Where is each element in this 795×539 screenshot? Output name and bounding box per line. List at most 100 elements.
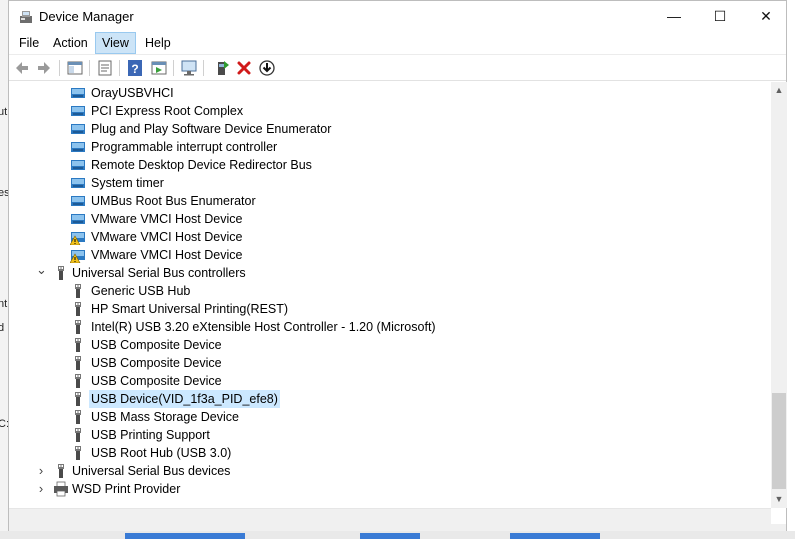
system-device-icon — [70, 193, 86, 209]
title-bar[interactable]: Device Manager — ☐ ✕ — [9, 1, 786, 32]
scroll-up-arrow[interactable]: ▲ — [771, 82, 787, 99]
tree-item-label: VMware VMCI Host Device — [91, 248, 243, 262]
tree-item-label: USB Composite Device — [91, 356, 222, 370]
tree-item-label: USB Mass Storage Device — [91, 410, 239, 424]
background-text-fragment: ut — [0, 106, 8, 118]
help-icon[interactable]: ? — [126, 59, 144, 77]
vertical-scrollbar[interactable]: ▲ ▼ — [771, 82, 787, 508]
minimize-button[interactable]: — — [651, 1, 697, 32]
menu-view[interactable]: View — [95, 32, 136, 54]
menu-help[interactable]: Help — [139, 32, 177, 54]
forward-icon[interactable] — [35, 59, 53, 77]
tree-item[interactable]: VMware VMCI Host Device — [9, 246, 769, 264]
tree-item[interactable]: USB Composite Device — [9, 354, 769, 372]
usb-icon — [70, 337, 86, 353]
usb-icon — [70, 445, 86, 461]
tree-item[interactable]: HP Smart Universal Printing(REST) — [9, 300, 769, 318]
usb-icon — [70, 427, 86, 443]
system-device-icon — [70, 139, 86, 155]
horizontal-scrollbar[interactable] — [9, 508, 771, 525]
usb-icon — [70, 355, 86, 371]
tree-item-label: VMware VMCI Host Device — [91, 230, 243, 244]
usb-icon — [70, 391, 86, 407]
tree-item[interactable]: PCI Express Root Complex — [9, 102, 769, 120]
tree-item[interactable]: Plug and Play Software Device Enumerator — [9, 120, 769, 138]
scroll-thumb[interactable] — [772, 393, 786, 489]
background-text-fragment: nt — [0, 298, 8, 310]
tree-item-label: Plug and Play Software Device Enumerator — [91, 122, 332, 136]
tree-item[interactable]: USB Mass Storage Device — [9, 408, 769, 426]
tree-item-label: System timer — [91, 176, 164, 190]
tree-item[interactable]: VMware VMCI Host Device — [9, 210, 769, 228]
system-device-icon — [70, 157, 86, 173]
tree-item-label: Programmable interrupt controller — [91, 140, 278, 154]
tree-item[interactable]: System timer — [9, 174, 769, 192]
tree-item[interactable]: USB Composite Device — [9, 336, 769, 354]
menu-file[interactable]: File — [13, 32, 45, 54]
tree-item[interactable]: Programmable interrupt controller — [9, 138, 769, 156]
maximize-button[interactable]: ☐ — [697, 1, 743, 32]
tree-item[interactable]: USB Device(VID_1f3a_PID_efe8) — [9, 390, 769, 408]
tree-category[interactable]: › WSD Print Provider — [9, 480, 769, 498]
enable-device-icon[interactable] — [213, 59, 231, 77]
tree-item-label: OrayUSBVHCI — [91, 86, 174, 100]
tree-item[interactable]: USB Printing Support — [9, 426, 769, 444]
background-chunk — [510, 533, 600, 539]
uninstall-icon[interactable] — [235, 59, 253, 77]
tree-category[interactable]: › Universal Serial Bus devices — [9, 462, 769, 480]
tree-item[interactable]: Generic USB Hub — [9, 282, 769, 300]
system-device-icon — [70, 85, 86, 101]
tree-item[interactable]: Intel(R) USB 3.20 eXtensible Host Contro… — [9, 318, 769, 336]
scan-hardware-icon[interactable] — [180, 59, 198, 77]
system-device-icon — [70, 121, 86, 137]
tree-item-label: WSD Print Provider — [72, 482, 181, 496]
tree-item[interactable]: VMware VMCI Host Device — [9, 228, 769, 246]
close-button[interactable]: ✕ — [743, 1, 789, 32]
tree-item[interactable]: OrayUSBVHCI — [9, 84, 769, 102]
system-device-icon — [70, 175, 86, 191]
toolbar-separator — [119, 60, 120, 76]
tree-category[interactable]: ⌄ Universal Serial Bus controllers — [9, 263, 769, 282]
usb-icon — [53, 265, 69, 281]
system-device-icon — [70, 211, 86, 227]
printer-icon — [53, 481, 69, 497]
tree-item-label: USB Printing Support — [91, 428, 210, 442]
warning-device-icon — [69, 229, 86, 246]
tree-item-label: USB Device(VID_1f3a_PID_efe8) — [89, 390, 280, 408]
toolbar-separator — [173, 60, 174, 76]
tree-item-label: UMBus Root Bus Enumerator — [91, 194, 256, 208]
collapse-chevron-icon[interactable]: ⌄ — [36, 263, 47, 282]
tree-item-label: HP Smart Universal Printing(REST) — [91, 302, 289, 316]
system-device-icon — [70, 103, 86, 119]
tree-item[interactable]: USB Composite Device — [9, 372, 769, 390]
tree-item-label: Intel(R) USB 3.20 eXtensible Host Contro… — [91, 320, 436, 334]
usb-icon — [70, 301, 86, 317]
expand-chevron-icon[interactable]: › — [36, 480, 46, 498]
usb-icon — [70, 373, 86, 389]
tree-item-label: PCI Express Root Complex — [91, 104, 244, 118]
device-tree[interactable]: OrayUSBVHCI PCI Express Root Complex Plug … — [9, 82, 771, 508]
tree-item[interactable]: UMBus Root Bus Enumerator — [9, 192, 769, 210]
tree-item-label: USB Composite Device — [91, 338, 222, 352]
tree-item-label: USB Composite Device — [91, 374, 222, 388]
show-hide-tree-icon[interactable] — [66, 59, 84, 77]
background-chunk — [360, 533, 420, 539]
tree-item[interactable]: USB Root Hub (USB 3.0) — [9, 444, 769, 462]
scroll-down-arrow[interactable]: ▼ — [771, 491, 787, 508]
update-driver-view-icon[interactable] — [150, 59, 168, 77]
background-text-fragment: d — [0, 322, 4, 334]
device-manager-window: Device Manager — ☐ ✕ File Action View He… — [8, 0, 787, 531]
download-driver-icon[interactable] — [258, 59, 276, 77]
toolbar: ? — [9, 54, 786, 81]
back-icon[interactable] — [13, 59, 31, 77]
tree-item-label: Universal Serial Bus devices — [72, 464, 231, 478]
background-chunk — [125, 533, 245, 539]
svg-text:?: ? — [131, 62, 138, 76]
properties-icon[interactable] — [96, 59, 114, 77]
expand-chevron-icon[interactable]: › — [36, 462, 46, 480]
device-manager-app-icon — [20, 11, 32, 23]
menu-action[interactable]: Action — [47, 32, 94, 54]
tree-item[interactable]: Remote Desktop Device Redirector Bus — [9, 156, 769, 174]
menu-bar: File Action View Help — [9, 32, 786, 54]
background-taskbar-edge — [0, 531, 795, 539]
